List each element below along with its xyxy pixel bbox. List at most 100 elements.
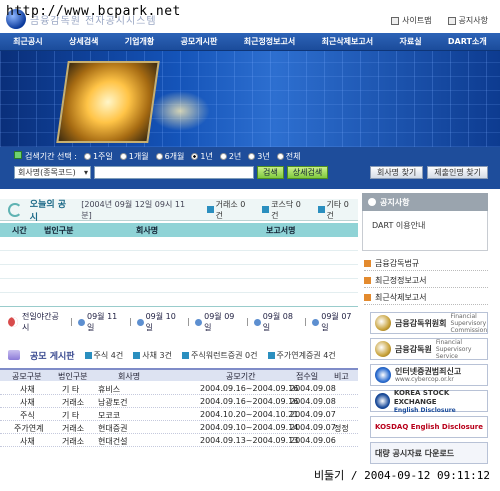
period-radio-all[interactable]: 전체 xyxy=(276,151,300,162)
col-received: 접수일 xyxy=(296,372,319,381)
col-market: 법인구분 xyxy=(44,225,74,235)
period-radio-1w[interactable]: 1주일 xyxy=(83,151,113,162)
period-radio-2y[interactable]: 2년 xyxy=(219,151,241,162)
arrow-icon xyxy=(312,318,320,326)
arrow-icon xyxy=(136,318,144,326)
watermark: http://www.bcpark.net xyxy=(6,4,181,19)
nav-recent[interactable]: 최근공시 xyxy=(13,36,42,47)
today-disclosure-header: 오늘의 공시 [2004년 09월 12일 09시 11분] 거래소 0 건 코… xyxy=(0,199,358,223)
nav-recent-corrections[interactable]: 최근정정보고서 xyxy=(244,36,296,47)
check-icon xyxy=(14,151,22,159)
nav-recent-deletions[interactable]: 최근삭제보고서 xyxy=(322,36,374,47)
period-radio-3y[interactable]: 3년 xyxy=(248,151,270,162)
arrow-icon xyxy=(195,318,203,326)
date-link[interactable]: 09월 11일 xyxy=(78,311,124,333)
nav-ipo-board[interactable]: 공모게시판 xyxy=(181,36,218,47)
table-row[interactable]: 주식 기 타 모코코 2004.10.20~2004.10.21 2004.09… xyxy=(0,409,358,421)
count-kse[interactable]: 거래소 0 건 xyxy=(206,199,254,221)
date-link[interactable]: 09월 09일 xyxy=(195,311,241,333)
period-selector: 검색기간 선택 : 1주일 1개월 6개월 1년 2년 3년 전체 xyxy=(14,151,300,162)
arrow-icon xyxy=(253,318,261,326)
link-regulations[interactable]: 금융감독법규 xyxy=(364,257,488,271)
emblem-icon xyxy=(375,341,391,357)
sitemap-link[interactable]: 사이트맵 xyxy=(391,15,432,26)
table-row[interactable]: 사채 기 타 휴비스 2004.09.16~2004.09.16 2004.09… xyxy=(0,383,358,395)
date-link[interactable]: 09월 08일 xyxy=(253,311,300,333)
nav-about[interactable]: DART소개 xyxy=(448,36,487,47)
period-radio-6m[interactable]: 6개월 xyxy=(155,151,184,162)
square-icon xyxy=(262,206,270,213)
moon-icon xyxy=(8,317,18,327)
table-row[interactable]: 사채 거래소 현대건설 2004.09.13~2004.09.13 2004.0… xyxy=(0,435,358,447)
table-row[interactable]: 사채 거래소 남광토건 2004.09.16~2004.09.16 2004.0… xyxy=(0,396,358,408)
col-company: 회사명 xyxy=(118,372,141,381)
detail-search-button[interactable]: 상세검색 xyxy=(286,166,329,179)
emblem-icon xyxy=(375,315,391,331)
notice-item[interactable]: DART 이용안내 xyxy=(372,220,425,231)
date-link[interactable]: 09월 07일 xyxy=(312,311,358,333)
hero-banner xyxy=(0,51,500,147)
ipo-count-els[interactable]: 주가연계증권 4건 xyxy=(267,350,336,361)
notice-link[interactable]: 공지사항 xyxy=(447,15,488,26)
period-radio-1m[interactable]: 1개월 xyxy=(119,151,149,162)
link-recent-corrections[interactable]: 최근정정보고서 xyxy=(364,274,488,288)
submitter-search-button[interactable]: 제출인명 찾기 xyxy=(427,166,488,179)
ipo-table-header: 공모구분 법인구분 회사명 공모기간 접수일 비고 xyxy=(0,368,358,381)
banner-kosdaq[interactable]: KOSDAQ English Disclosure xyxy=(370,416,488,438)
notice-bullet-icon xyxy=(368,198,376,206)
square-icon xyxy=(84,351,92,359)
banner-fss[interactable]: 금융감독원 Financial Supervisory Service xyxy=(370,338,488,360)
square-icon xyxy=(317,206,325,213)
col-time: 시간 xyxy=(12,225,27,235)
search-type-select[interactable]: 회사명(종목코드) xyxy=(14,166,91,179)
ipo-count-bond[interactable]: 사채 3건 xyxy=(133,350,172,361)
today-time: [2004년 09월 12일 09시 11분] xyxy=(81,199,186,220)
banner-cybercop[interactable]: 인터넷증권범죄신고 www.cybercop.or.kr xyxy=(370,364,488,386)
ipo-count-stock[interactable]: 주식 4건 xyxy=(84,350,123,361)
search-row: 회사명(종목코드) 검색 상세검색 xyxy=(14,166,329,179)
banner-fsc[interactable]: 금융감독위원회 Financial Supervisory Commission xyxy=(370,312,488,334)
today-table-body xyxy=(0,237,358,307)
square-icon xyxy=(267,351,275,359)
today-title: 오늘의 공시 xyxy=(29,199,67,223)
sitemap-icon xyxy=(391,16,400,25)
date-link[interactable]: 09월 10일 xyxy=(136,311,183,333)
arrow-icon xyxy=(78,318,85,326)
company-search-button[interactable]: 회사명 찾기 xyxy=(369,166,424,179)
ipo-board-header: 공모 게시판 주식 4건 사채 3건 주식워런트증권 0건 주가연계증권 4건 xyxy=(0,345,358,365)
link-recent-deletions[interactable]: 최근삭제보고서 xyxy=(364,291,488,305)
swirl-icon xyxy=(8,202,22,217)
nav-library[interactable]: 자료실 xyxy=(399,36,421,47)
col-period: 공모기간 xyxy=(226,372,256,381)
count-other[interactable]: 기타 0 건 xyxy=(317,199,358,221)
search-button[interactable]: 검색 xyxy=(257,166,284,179)
emblem-icon xyxy=(375,367,391,383)
table-row[interactable]: 주가연계 거래소 현대증권 2004.09.10~2004.09.14 2004… xyxy=(0,422,358,434)
period-radio-1y[interactable]: 1년 xyxy=(191,151,213,162)
footer-stamp: 비둘기 / 2004-09-12 09:11:12 xyxy=(313,469,490,482)
notice-header: 공지사항 xyxy=(362,193,488,211)
square-icon xyxy=(364,277,371,284)
square-icon xyxy=(364,294,371,301)
ipo-count-warrant[interactable]: 주식워런트증권 0건 xyxy=(181,350,258,361)
square-icon xyxy=(364,260,371,267)
square-icon xyxy=(181,351,189,359)
nav-company[interactable]: 기업개황 xyxy=(125,36,154,47)
col-offer-type: 공모구분 xyxy=(12,372,42,381)
nav-detail-search[interactable]: 상세검색 xyxy=(69,36,98,47)
previous-dates-bar: 전일야간공시 09월 11일 09월 10일 09월 09일 09월 08일 0… xyxy=(0,311,358,333)
main-nav: 최근공시 상세검색 기업개황 공모게시판 최근정정보고서 최근삭제보고서 자료실… xyxy=(0,33,500,51)
board-icon xyxy=(8,350,20,360)
notice-icon xyxy=(447,16,456,25)
banner-kse[interactable]: KOREA STOCK EXCHANGE English Disclosure xyxy=(370,389,488,414)
emblem-icon xyxy=(375,393,390,409)
search-input[interactable] xyxy=(94,166,254,179)
top-links: 사이트맵 공지사항 xyxy=(391,15,488,26)
col-report: 보고서명 xyxy=(266,225,296,235)
col-company: 회사명 xyxy=(136,225,159,235)
count-kosdaq[interactable]: 코스닥 0 건 xyxy=(262,199,309,221)
square-icon xyxy=(133,351,141,359)
square-icon xyxy=(206,206,214,213)
banner-bulk-download[interactable]: 대량 공시자료 다운로드 xyxy=(370,442,488,464)
today-table-header: 시간 법인구분 회사명 보고서명 xyxy=(0,223,358,237)
